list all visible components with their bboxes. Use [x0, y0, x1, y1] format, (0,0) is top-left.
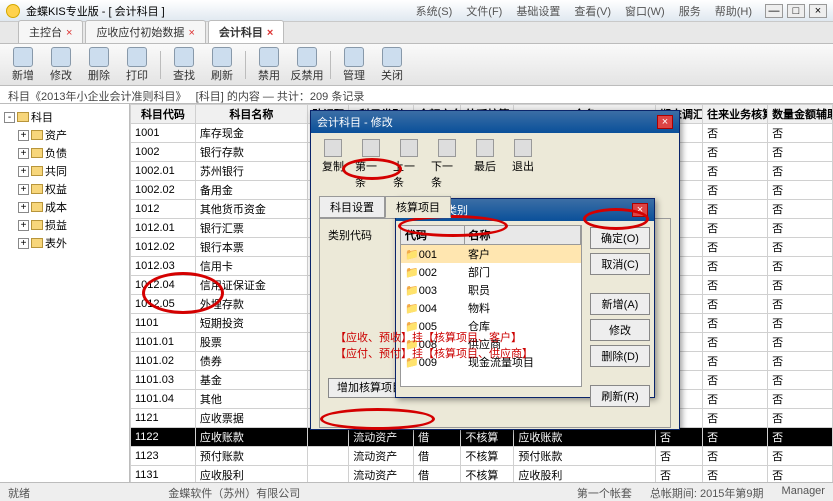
dialog2-btn-1[interactable]: 取消(C) [590, 253, 650, 275]
menu-item[interactable]: 系统(S) [411, 2, 458, 20]
tab-close[interactable]: × [267, 27, 273, 39]
tab-close[interactable]: × [66, 27, 72, 39]
status-left: 就绪 [8, 485, 30, 498]
toolbar: 新增修改删除打印查找刷新禁用反禁用管理关闭 [0, 44, 833, 86]
tree-node[interactable]: -科目 [4, 108, 125, 126]
toolbar-新增[interactable]: 新增 [6, 47, 40, 83]
tree-node[interactable]: +负债 [4, 144, 125, 162]
list-item[interactable]: 📁002部门 [401, 263, 581, 281]
tab-strip: 主控台×应收应付初始数据×会计科目× [0, 22, 833, 44]
toolbar-删除[interactable]: 删除 [82, 47, 116, 83]
category-code-label: 类别代码 [328, 230, 372, 242]
nav-第一条[interactable]: 第一条 [355, 139, 387, 190]
app-icon [6, 4, 20, 18]
menu-item[interactable]: 查看(V) [569, 2, 616, 20]
toolbar-禁用[interactable]: 禁用 [252, 47, 286, 83]
grid-header[interactable]: 科目代码 [131, 105, 196, 124]
minimize-button[interactable]: — [765, 4, 783, 18]
dialog2-btn-2[interactable]: 新增(A) [590, 293, 650, 315]
nav-复制[interactable]: 复制 [317, 139, 349, 190]
list-item[interactable]: 📁004物料 [401, 299, 581, 317]
table-row[interactable]: 1122应收账款流动资产借不核算应收账款否否否 [131, 428, 833, 447]
grid-header[interactable]: 往来业务核算 [703, 105, 768, 124]
toolbar-查找[interactable]: 查找 [167, 47, 201, 83]
dialog1-close[interactable]: × [657, 115, 673, 129]
dialog2-btn-3[interactable]: 修改 [590, 319, 650, 341]
tree-node[interactable]: +共同 [4, 162, 125, 180]
close-button[interactable]: × [809, 4, 827, 18]
dialog1-toolbar: 复制第一条上一条下一条最后退出 [311, 133, 679, 196]
tab[interactable]: 应收应付初始数据× [85, 20, 205, 43]
tree-node[interactable]: +资产 [4, 126, 125, 144]
tree-node[interactable]: +损益 [4, 216, 125, 234]
tree-panel: -科目+资产+负债+共同+权益+成本+损益+表外 [0, 104, 130, 482]
nav-退出[interactable]: 退出 [507, 139, 539, 190]
dialog2-buttons: 确定(O)取消(C)新增(A)修改删除(D)刷新(R) [586, 221, 654, 391]
dialog1-tab[interactable]: 科目设置 [319, 196, 385, 218]
menu-item[interactable]: 窗口(W) [620, 2, 670, 20]
item-category-dialog: 核算项目类别× 代码名称📁001客户📁002部门📁003职员📁004物料📁005… [395, 198, 655, 398]
dialog2-btn-4[interactable]: 删除(D) [590, 345, 650, 367]
dialog1-tab[interactable]: 核算项目 [385, 196, 451, 218]
maximize-button[interactable]: □ [787, 4, 805, 18]
table-row[interactable]: 1123预付账款流动资产借不核算预付账款否否否 [131, 447, 833, 466]
tree-node[interactable]: +成本 [4, 198, 125, 216]
nav-最后[interactable]: 最后 [469, 139, 501, 190]
col-name: 名称 [464, 226, 580, 245]
status-mid: 金蝶软件（苏州）有限公司 [168, 485, 300, 498]
col-code: 代码 [401, 226, 464, 245]
dialog2-close[interactable]: × [632, 203, 648, 217]
list-item[interactable]: 📁003职员 [401, 281, 581, 299]
status-right: 第一个帐套总帐期间: 2015年第9期Manager [577, 485, 825, 498]
menu-item[interactable]: 帮助(H) [710, 2, 757, 20]
menu-item[interactable]: 基础设置 [511, 2, 565, 20]
nav-上一条[interactable]: 上一条 [393, 139, 425, 190]
toolbar-反禁用[interactable]: 反禁用 [290, 47, 324, 83]
window-title: 金蝶KIS专业版 - [ 会计科目 ] [26, 3, 165, 19]
tab[interactable]: 主控台× [18, 20, 83, 43]
list-item[interactable]: 📁001客户 [401, 245, 581, 264]
dialog1-title: 会计科目 - 修改 [317, 114, 393, 130]
nav-下一条[interactable]: 下一条 [431, 139, 463, 190]
menu-bar: 系统(S)文件(F)基础设置查看(V)窗口(W)服务帮助(H) [411, 2, 757, 20]
tab-close[interactable]: × [188, 27, 194, 39]
toolbar-管理[interactable]: 管理 [337, 47, 371, 83]
path-right: [科目] 的内容 — 共计：209 条记录 [196, 91, 365, 103]
grid-header[interactable]: 数量金额辅助 [768, 105, 833, 124]
toolbar-打印[interactable]: 打印 [120, 47, 154, 83]
tree-node[interactable]: +权益 [4, 180, 125, 198]
menu-item[interactable]: 文件(F) [461, 2, 507, 20]
dialog2-btn-5[interactable]: 刷新(R) [590, 385, 650, 407]
tree-node[interactable]: +表外 [4, 234, 125, 252]
dialog2-btn-0[interactable]: 确定(O) [590, 227, 650, 249]
toolbar-刷新[interactable]: 刷新 [205, 47, 239, 83]
toolbar-关闭[interactable]: 关闭 [375, 47, 409, 83]
menu-item[interactable]: 服务 [674, 2, 706, 20]
toolbar-修改[interactable]: 修改 [44, 47, 78, 83]
grid-header[interactable]: 科目名称 [195, 105, 307, 124]
tab[interactable]: 会计科目× [208, 20, 284, 43]
annotation-text: 【应收、预收】挂【核算项目、客户】【应付、预付】挂【核算项目、供应商】 [335, 330, 533, 362]
titlebar: 金蝶KIS专业版 - [ 会计科目 ] 系统(S)文件(F)基础设置查看(V)窗… [0, 0, 833, 22]
table-row[interactable]: 1131应收股利流动资产借不核算应收股利否否否 [131, 466, 833, 483]
path-left: 科目《2013年小企业会计准则科目》 [8, 91, 186, 103]
